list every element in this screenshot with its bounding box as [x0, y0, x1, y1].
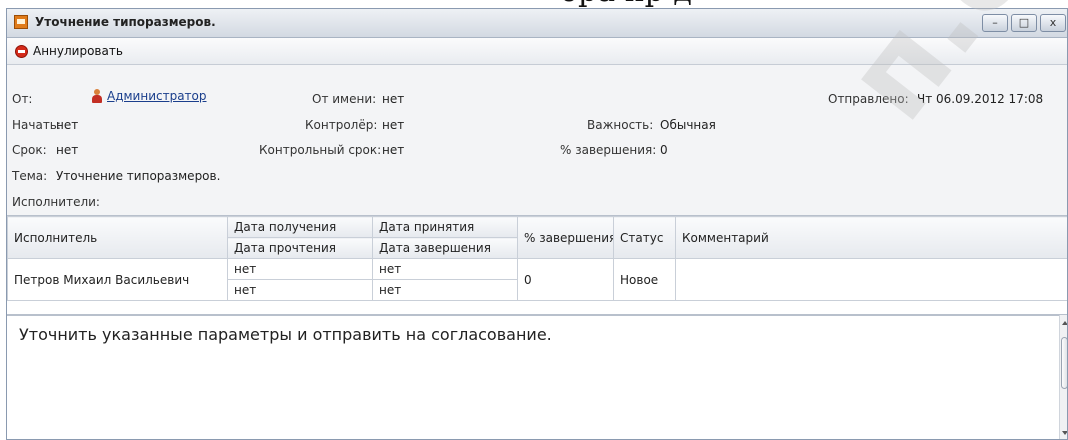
comment-cell [675, 258, 1067, 301]
control-deadline-label: Контрольный срок: [259, 143, 382, 157]
scroll-up-arrow-icon[interactable] [1062, 321, 1067, 325]
status-cell: Новое [613, 258, 676, 301]
deadline-value: нет [56, 143, 79, 157]
app-icon [14, 15, 28, 29]
control-deadline-value: нет [382, 143, 405, 157]
executors-table: Исполнитель Дата получения Дата принятия… [7, 215, 1067, 315]
importance-value: Обычная [660, 118, 716, 132]
percent-cell: 0 [517, 258, 614, 301]
sent-label: Отправлено: [828, 92, 909, 106]
start-label: Начать: [12, 118, 61, 132]
header-comment[interactable]: Комментарий [675, 216, 1067, 259]
header-status[interactable]: Статус [613, 216, 676, 259]
header-executor[interactable]: Исполнитель [7, 216, 228, 259]
from-user-link[interactable]: Администратор [91, 89, 207, 103]
message-body[interactable]: Уточнить указанные параметры и отправить… [7, 315, 1059, 439]
cancel-label: Аннулировать [33, 44, 123, 58]
read-cell: нет [227, 279, 373, 301]
accepted-cell: нет [372, 258, 518, 280]
from-user-name: Администратор [107, 89, 207, 103]
importance-label: Важность: [587, 118, 654, 132]
title-bar[interactable]: Уточнение типоразмеров. – □ x [7, 9, 1067, 38]
subject-label: Тема: [12, 169, 48, 183]
window-title: Уточнение типоразмеров. [35, 15, 216, 29]
on-behalf-label: От имени: [312, 92, 377, 106]
cancel-task-button[interactable]: Аннулировать [11, 41, 129, 61]
on-behalf-value: нет [382, 92, 405, 106]
task-window: Уточнение типоразмеров. – □ x Аннулирова… [6, 8, 1068, 440]
message-text: Уточнить указанные параметры и отправить… [19, 325, 552, 344]
subject-value: Уточнение типоразмеров. [56, 169, 221, 183]
sent-value: Чт 06.09.2012 17:08 [917, 92, 1044, 106]
completion-label: % завершения: [560, 143, 657, 157]
controller-value: нет [382, 118, 405, 132]
completed-cell: нет [372, 279, 518, 301]
completion-value: 0 [660, 143, 668, 157]
deadline-label: Срок: [12, 143, 47, 157]
from-label: От: [12, 92, 33, 106]
start-value: нет [56, 118, 79, 132]
cancel-icon [15, 44, 28, 58]
header-accepted[interactable]: Дата принятия [372, 216, 518, 238]
maximize-button[interactable]: □ [1011, 14, 1037, 32]
user-icon [91, 89, 103, 103]
controller-label: Контролёр: [305, 118, 378, 132]
executors-label: Исполнители: [12, 195, 100, 209]
table-row[interactable]: Петров Михаил Васильевич нет нет 0 Новое [7, 258, 1067, 301]
received-cell: нет [227, 258, 373, 280]
header-received[interactable]: Дата получения [227, 216, 373, 238]
header-read[interactable]: Дата прочтения [227, 237, 373, 259]
toolbar: Аннулировать [7, 38, 1067, 65]
header-completed[interactable]: Дата завершения [372, 237, 518, 259]
task-info-panel: От: Администратор От имени: нет Отправле… [7, 65, 1067, 215]
scroll-down-arrow-icon[interactable] [1062, 431, 1067, 435]
header-percent[interactable]: % завершения [517, 216, 614, 259]
scroll-thumb[interactable] [1061, 337, 1067, 389]
minimize-button[interactable]: – [982, 14, 1008, 32]
executor-cell: Петров Михаил Васильевич [7, 258, 228, 301]
message-scrollbar[interactable] [1059, 315, 1067, 439]
close-button[interactable]: x [1040, 14, 1066, 32]
